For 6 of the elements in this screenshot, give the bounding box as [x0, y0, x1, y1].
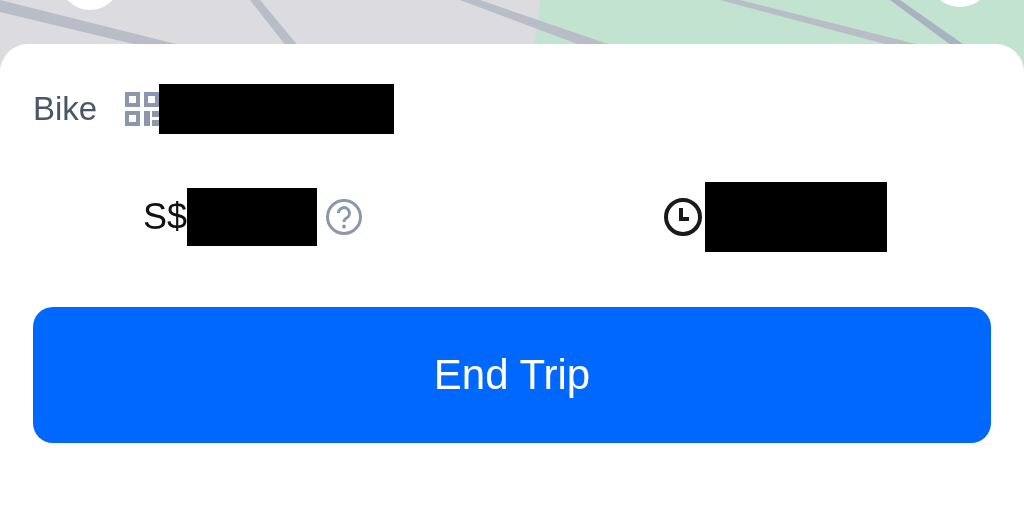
qr-code-icon: [125, 92, 160, 126]
bike-label: Bike: [33, 90, 98, 128]
fare-currency: S$: [143, 196, 188, 238]
end-trip-button[interactable]: End Trip: [33, 307, 991, 443]
help-icon[interactable]: [325, 198, 364, 236]
clock-icon: [663, 197, 703, 237]
